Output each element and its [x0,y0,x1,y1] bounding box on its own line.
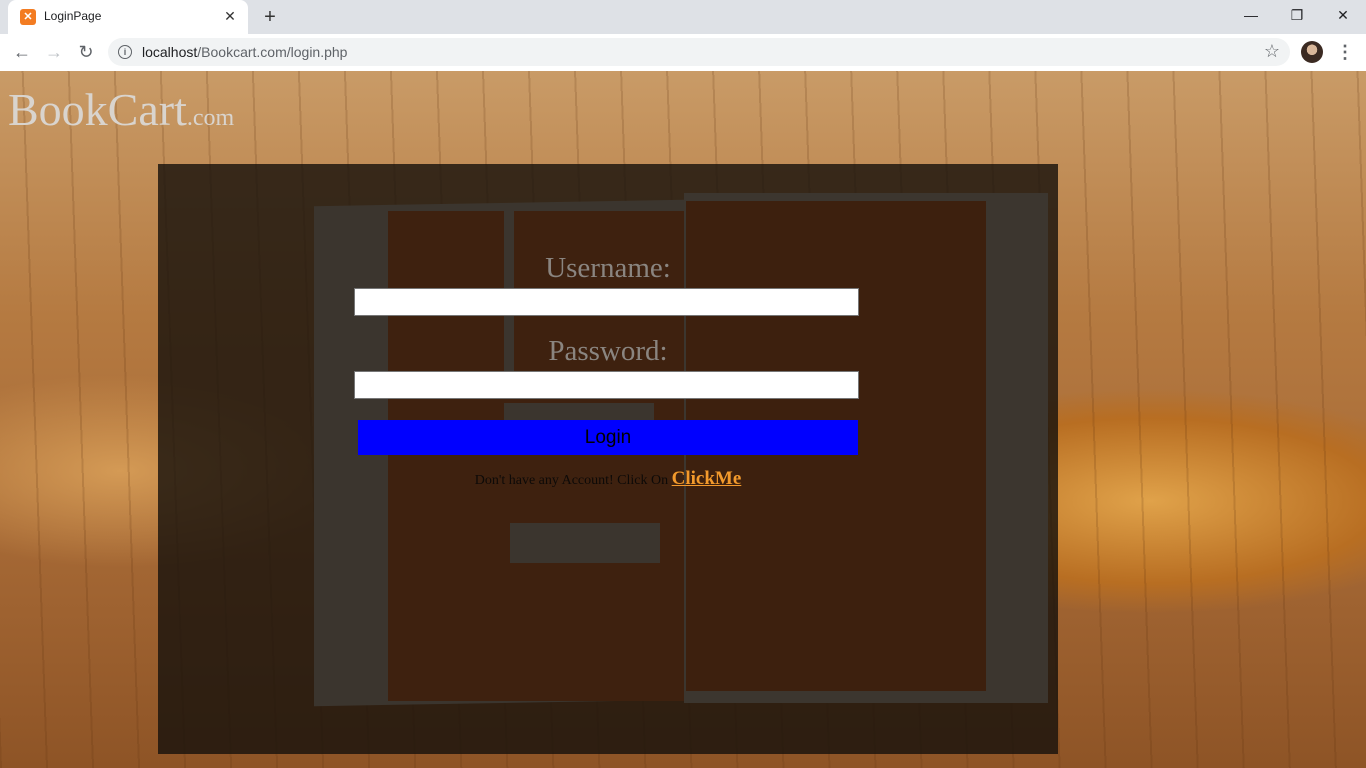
login-button[interactable]: Login [358,420,858,455]
minimize-icon[interactable]: — [1228,0,1274,30]
more-menu-icon[interactable]: ⋮ [1336,39,1354,65]
back-icon[interactable]: ← [9,39,35,65]
site-logo[interactable]: BookCart.com [8,83,234,136]
browser-tab-bar: ✕ LoginPage ✕ + — ❐ ✕ [0,0,1366,34]
username-input[interactable] [354,288,859,316]
address-bar[interactable]: i localhost/Bookcart.com/login.php ☆ [108,38,1290,66]
reload-icon[interactable]: ↻ [73,39,99,65]
signup-link[interactable]: ClickMe [672,468,742,489]
new-tab-icon[interactable]: + [259,6,281,28]
forward-icon[interactable]: → [41,39,67,65]
profile-avatar[interactable] [1301,41,1323,63]
password-input[interactable] [354,371,859,399]
restore-icon[interactable]: ❐ [1274,0,1320,30]
username-label: Username: [545,252,671,284]
close-tab-icon[interactable]: ✕ [222,8,238,24]
page-viewport: BookCart.com Username: Password: Login D… [0,71,1366,768]
xampp-icon: ✕ [20,9,36,25]
signup-prompt-row: Don't have any Account! Click On ClickMe [158,468,1058,490]
browser-toolbar: ← → ↻ i localhost/Bookcart.com/login.php… [0,34,1366,72]
url-text[interactable]: localhost/Bookcart.com/login.php [142,44,347,60]
window-close-icon[interactable]: ✕ [1320,0,1366,30]
signup-prompt-text: Don't have any Account! Click On [474,473,669,488]
login-panel: Username: Password: Login Don't have any… [158,164,1058,754]
tab-title: LoginPage [44,9,102,23]
browser-tab[interactable]: ✕ LoginPage ✕ [8,0,248,34]
password-label: Password: [548,335,668,367]
bookmark-star-icon[interactable]: ☆ [1264,41,1280,62]
info-icon[interactable]: i [118,45,132,59]
